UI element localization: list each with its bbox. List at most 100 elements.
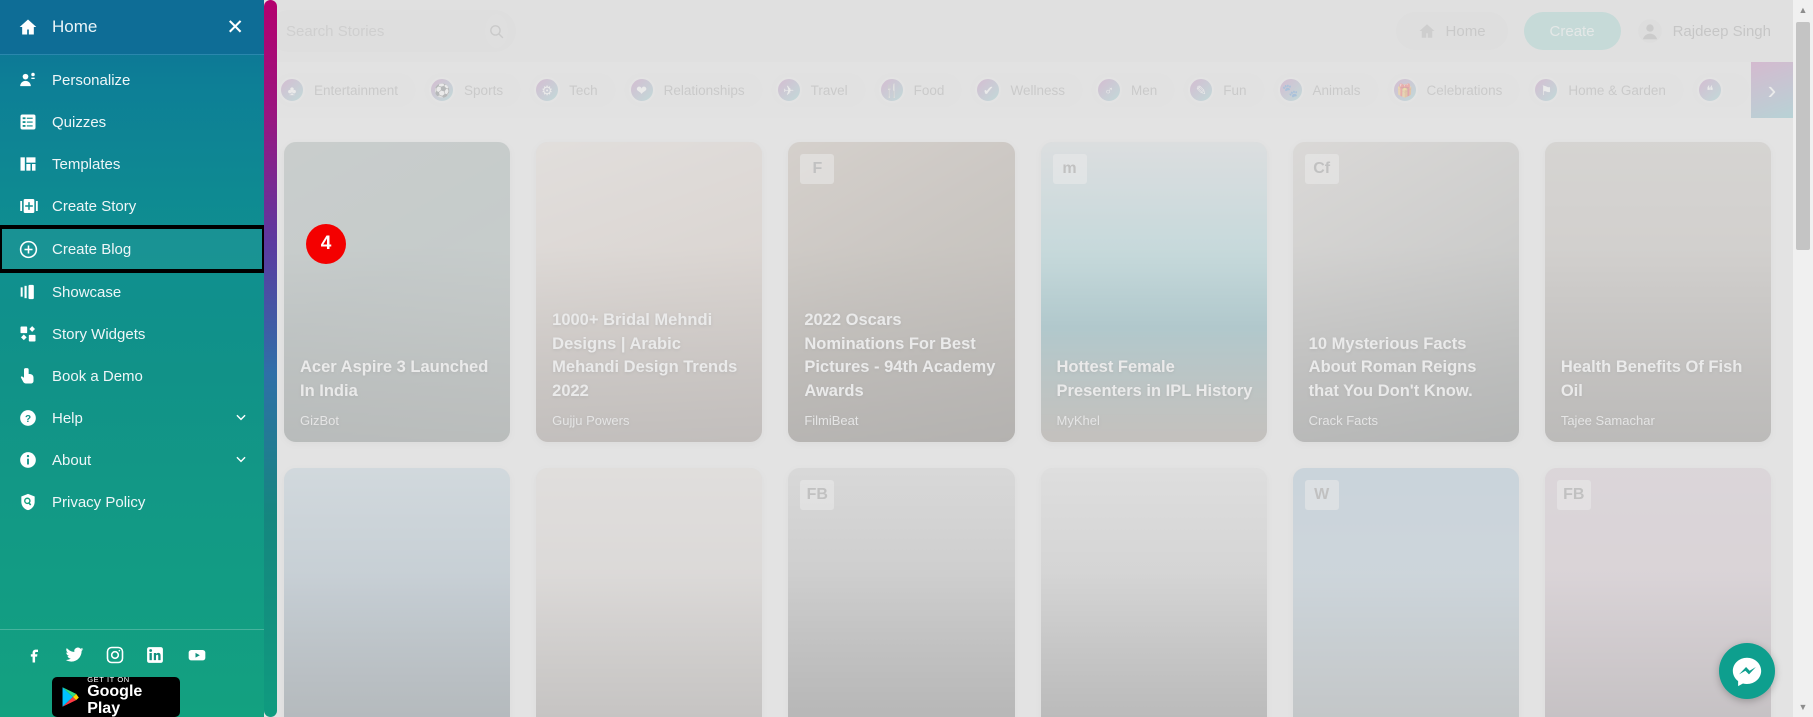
- drawer-item-personalize[interactable]: Personalize: [0, 59, 264, 101]
- category-icon: ❤: [628, 77, 655, 103]
- category-chip-relationships[interactable]: ❤ Relationships: [623, 73, 763, 107]
- story-card[interactable]: 1000+ Bridal Mehndi Designs | Arabic Meh…: [536, 142, 763, 442]
- category-chip-food[interactable]: 🍴 Food: [873, 73, 963, 107]
- drawer-item-label: Quizzes: [52, 113, 107, 131]
- category-chip-list[interactable]: ♣ Entertainment ⚽ Sports ⚙ Tech ❤ Relationships…: [268, 62, 1793, 118]
- drawer-close-button[interactable]: ✕: [222, 13, 248, 42]
- story-card[interactable]: m Hottest Female Presenters in IPL Histor…: [1040, 142, 1267, 442]
- messenger-chat-button[interactable]: [1719, 643, 1775, 699]
- instagram-icon[interactable]: [105, 645, 125, 665]
- category-chip-men[interactable]: ♂ Men: [1090, 73, 1176, 107]
- category-icon: ✎: [1188, 77, 1215, 103]
- category-chip-tech[interactable]: ⚙ Tech: [529, 73, 616, 107]
- category-icon: ♣: [279, 77, 305, 103]
- story-card[interactable]: Acer Aspire 3 Launched In India GizBot 4: [284, 142, 511, 442]
- search-button[interactable]: [485, 14, 508, 48]
- chevron-down-icon[interactable]: [234, 452, 248, 469]
- showcase-icon: [18, 282, 52, 302]
- drawer-item-help[interactable]: ? Help: [0, 397, 264, 439]
- story-card-title: Health Benefits Of Fish Oil: [1560, 358, 1743, 400]
- story-card-grid: Acer Aspire 3 Launched In India GizBot 4 10…: [268, 126, 1793, 717]
- category-icon: ❝: [1696, 77, 1723, 103]
- top-bar-actions: Home Create Rajdeep Singh: [1395, 12, 1771, 50]
- user-menu[interactable]: Rajdeep Singh: [1637, 18, 1771, 44]
- category-chip-fun[interactable]: ✎ Fun: [1183, 73, 1265, 107]
- category-chip-entertainment[interactable]: ♣ Entertainment: [274, 73, 417, 107]
- story-card-source: Crack Facts: [1308, 413, 1378, 428]
- story-card-text: Health Benefits Of Fish Oil Tajee Samacha…: [1561, 356, 1757, 428]
- drawer-gradient-strip: [264, 0, 277, 717]
- category-chip-home-garden[interactable]: ⚑ Home & Garden: [1528, 73, 1684, 107]
- youtube-icon[interactable]: [185, 645, 209, 665]
- drawer-item-label: Create Blog: [52, 240, 132, 258]
- search-box[interactable]: [268, 10, 516, 52]
- scrollbar-thumb[interactable]: [1796, 22, 1810, 250]
- story-card-overlay: [536, 468, 763, 717]
- scroll-down-arrow[interactable]: ▼: [1793, 697, 1813, 717]
- facebook-icon[interactable]: [24, 645, 44, 665]
- scroll-up-arrow[interactable]: ▲: [1793, 0, 1813, 20]
- category-chip-label: Entertainment: [314, 82, 399, 98]
- categories-next-button[interactable]: ›: [1751, 62, 1793, 118]
- story-card[interactable]: WBeautiful All Category: [1292, 468, 1519, 717]
- category-icon: ⚑: [1533, 77, 1560, 103]
- category-icon: 🎁: [1391, 77, 1418, 103]
- category-chip-celebrations[interactable]: 🎁 Celebrations: [1386, 73, 1521, 107]
- home-icon: [1419, 24, 1435, 38]
- google-play-badge[interactable]: GET IT ON Google Play: [52, 676, 180, 717]
- chevron-down-icon[interactable]: [234, 410, 248, 427]
- create-blog-icon: [18, 239, 52, 260]
- search-input[interactable]: [286, 22, 485, 40]
- drawer-item-list: Personalize Quizzes Templates Create Story C…: [0, 55, 264, 621]
- drawer-item-label: Create Story: [52, 197, 137, 215]
- story-card[interactable]: Eesha Rebba Height,: [536, 468, 763, 717]
- navigation-drawer: Home ✕ Personalize Quizzes Templates Create…: [0, 0, 264, 717]
- vertical-scrollbar[interactable]: ▲ ▼: [1793, 0, 1813, 717]
- story-card-overlay: [284, 468, 511, 717]
- drawer-header: Home ✕: [0, 0, 264, 55]
- drawer-item-templates[interactable]: Templates: [0, 143, 264, 185]
- home-button[interactable]: Home: [1395, 12, 1508, 50]
- publisher-logo: FB: [1556, 480, 1591, 510]
- story-card[interactable]: FB: [788, 468, 1015, 717]
- category-chip-more[interactable]: ❝: [1691, 73, 1750, 107]
- drawer-item-create-story[interactable]: Create Story: [0, 185, 264, 227]
- story-card[interactable]: [1040, 468, 1267, 717]
- category-chip-label: Travel: [810, 82, 848, 98]
- category-icon: ✈: [775, 77, 802, 103]
- linkedin-icon[interactable]: [145, 645, 165, 665]
- drawer-item-label: Showcase: [52, 283, 122, 301]
- about-icon: [18, 450, 52, 470]
- twitter-icon[interactable]: [64, 644, 85, 665]
- story-card-text: 1000+ Bridal Mehndi Designs | Arabic Meh…: [552, 309, 748, 428]
- category-chip-label: Celebrations: [1426, 82, 1503, 98]
- story-card-title: 1000+ Bridal Mehndi Designs | Arabic Meh…: [552, 311, 738, 400]
- category-icon: 🍴: [878, 77, 905, 103]
- story-card[interactable]: Health Benefits Of Fish Oil Tajee Samacha…: [1544, 142, 1771, 442]
- story-card-title: 10 Mysterious Facts About Roman Reigns t…: [1308, 334, 1477, 400]
- create-button[interactable]: Create: [1523, 12, 1621, 50]
- category-chip-travel[interactable]: ✈ Travel: [770, 73, 866, 107]
- drawer-item-story-widgets[interactable]: Story Widgets: [0, 313, 264, 355]
- publisher-logo: FB: [800, 480, 835, 510]
- drawer-item-quizzes[interactable]: Quizzes: [0, 101, 264, 143]
- drawer-item-label: Templates: [52, 155, 121, 173]
- drawer-item-create-blog[interactable]: Create Blog: [0, 225, 264, 273]
- drawer-item-showcase[interactable]: Showcase: [0, 271, 264, 313]
- story-card-text: 2022 Oscars Nominations For Best Picture…: [804, 309, 1000, 428]
- drawer-item-privacy-policy[interactable]: Privacy Policy: [0, 481, 264, 523]
- story-card-title: Hottest Female Presenters in IPL History: [1056, 358, 1253, 400]
- story-card[interactable]: Cf 10 Mysterious Facts About Roman Reigns…: [1292, 142, 1519, 442]
- drawer-item-about[interactable]: About: [0, 439, 264, 481]
- google-play-line2: Google Play: [87, 683, 143, 717]
- category-chip-wellness[interactable]: ✔ Wellness: [970, 73, 1083, 107]
- story-card-source: MyKhel: [1056, 413, 1100, 428]
- story-card[interactable]: F 2022 Oscars Nominations For Best Pictur…: [788, 142, 1015, 442]
- story-card[interactable]: [284, 468, 511, 717]
- category-chip-sports[interactable]: ⚽ Sports: [424, 73, 522, 107]
- publisher-logo: W: [1304, 480, 1339, 510]
- category-chip-animals[interactable]: 🐾 Animals: [1272, 73, 1379, 107]
- category-chip-label: Tech: [569, 82, 598, 98]
- drawer-item-label: Personalize: [52, 71, 131, 89]
- drawer-item-book-a-demo[interactable]: Book a Demo: [0, 355, 264, 397]
